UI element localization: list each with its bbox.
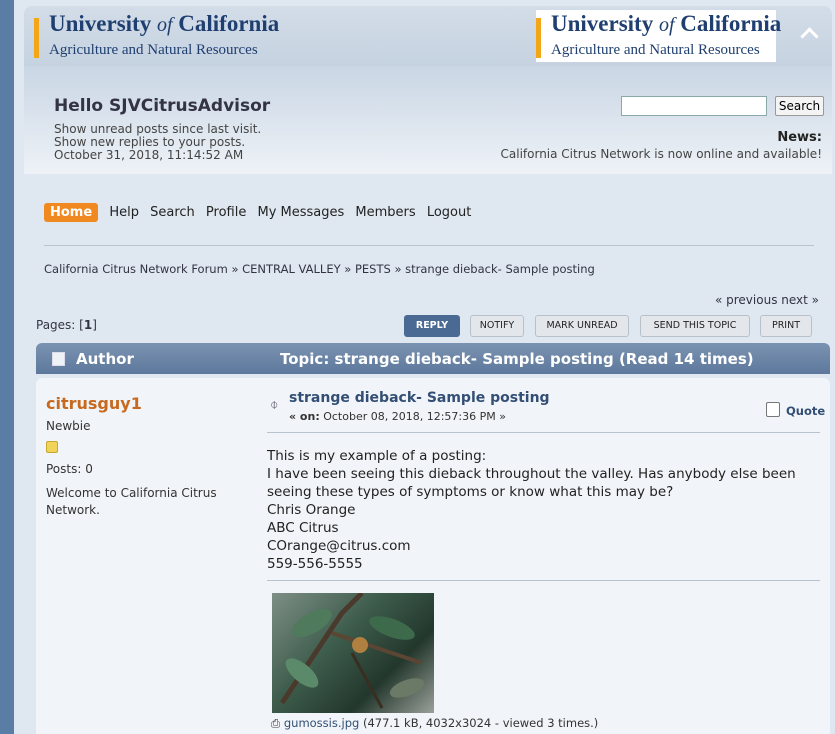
post-body: This is my example of a posting: I have … [267, 448, 796, 572]
greeting: Hello SJVCitrusAdvisor [54, 96, 271, 116]
search-input[interactable] [621, 96, 767, 116]
post-divider [267, 432, 820, 433]
pagination: Pages: [1] [36, 318, 97, 332]
current-datetime: October 31, 2018, 11:14:52 AM [54, 148, 244, 162]
nav-help[interactable]: Help [109, 205, 139, 220]
attachment-info: ⎙ gumossis.jpg (477.1 kB, 4032x3024 - vi… [271, 716, 599, 730]
uc-anr-logo-right: University of California Agriculture and… [536, 10, 781, 62]
nav-search[interactable]: Search [150, 205, 195, 220]
nav-home[interactable]: Home [44, 203, 99, 222]
divider [44, 245, 814, 246]
post-date: « on: October 08, 2018, 12:57:36 PM » [289, 410, 506, 423]
unread-posts-link[interactable]: Show unread posts since last visit. [54, 122, 261, 136]
post-subject[interactable]: strange dieback- Sample posting [289, 390, 550, 406]
uc-anr-logo: University of California Agriculture and… [34, 10, 279, 62]
poster-personal-text: Welcome to California Citrus Network. [46, 486, 217, 517]
search-button[interactable]: Search [775, 96, 824, 116]
reply-button[interactable]: REPLY [404, 315, 460, 337]
topic-header: Author Topic: strange dieback- Sample po… [36, 343, 830, 374]
attachment-clip-icon: ⌽ [270, 397, 279, 413]
nav-profile[interactable]: Profile [206, 205, 246, 220]
citrus-branch-photo [279, 593, 425, 709]
forum-page: University of California Agriculture and… [14, 0, 835, 734]
news-title: News: [777, 130, 822, 145]
notify-button[interactable]: NOTIFY [470, 315, 524, 337]
topic-icon [52, 352, 65, 366]
poster-name[interactable]: citrusguy1 [46, 394, 142, 413]
quote-button[interactable]: Quote [786, 404, 825, 418]
nav-members[interactable]: Members [355, 205, 415, 220]
user-section: Hello SJVCitrusAdvisor Show unread posts… [24, 66, 832, 174]
page-1[interactable]: 1 [84, 318, 92, 332]
collapse-header-icon[interactable] [800, 27, 819, 46]
attachment-image[interactable] [272, 593, 434, 713]
header-banner: University of California Agriculture and… [24, 6, 832, 66]
attachment-link[interactable]: gumossis.jpg [284, 716, 359, 730]
topic-title: Topic: strange dieback- Sample posting (… [280, 350, 754, 368]
news-text: California Citrus Network is now online … [500, 147, 823, 161]
mark-unread-button[interactable]: MARK UNREAD [535, 315, 629, 337]
page-edge [0, 0, 14, 734]
nav-my-messages[interactable]: My Messages [257, 205, 344, 220]
previous-next-links[interactable]: « previous next » [715, 293, 819, 307]
main-nav: Home Help Search Profile My Messages Mem… [44, 203, 478, 222]
breadcrumb[interactable]: California Citrus Network Forum » CENTRA… [44, 262, 595, 276]
paperclip-icon: ⎙ [271, 716, 281, 730]
send-topic-button[interactable]: SEND THIS TOPIC [640, 315, 750, 337]
print-button[interactable]: PRINT [760, 315, 812, 337]
rank-star-icon [46, 441, 58, 453]
attachment-divider [267, 580, 820, 581]
poster-rank: Newbie [46, 419, 91, 433]
poster-post-count: Posts: 0 [46, 462, 93, 476]
author-column-label: Author [76, 350, 134, 368]
quote-icon[interactable] [766, 402, 780, 417]
nav-logout[interactable]: Logout [427, 205, 472, 220]
new-replies-link[interactable]: Show new replies to your posts. [54, 135, 245, 149]
